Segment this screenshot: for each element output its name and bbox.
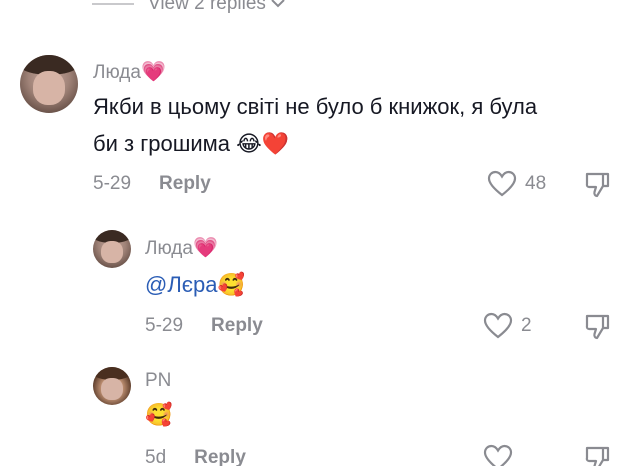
- comment-meta: 5-29 Reply: [93, 173, 211, 195]
- heart-outline-icon: [483, 444, 513, 466]
- heart-outline-icon: [483, 312, 513, 339]
- smiling-hearts-emoji-icon: 🥰: [145, 403, 173, 428]
- reply-button[interactable]: Reply: [194, 447, 246, 466]
- view-replies-label: View 2 replies: [148, 0, 266, 14]
- avatar[interactable]: [93, 367, 131, 405]
- dislike-button[interactable]: [583, 444, 613, 466]
- pink-heart-icon: 💗: [192, 235, 218, 259]
- username-text: Люда: [93, 62, 141, 83]
- comment-text-line-1: Якби в цьому світі не було б книжок, я б…: [93, 94, 538, 119]
- reply-text: 🥰: [145, 396, 172, 434]
- avatar[interactable]: [93, 230, 131, 268]
- thumbs-down-icon: [585, 314, 610, 340]
- comment-date: 5-29: [93, 173, 132, 194]
- thumbs-down-icon: [585, 172, 610, 198]
- reply-username[interactable]: PN: [145, 370, 171, 392]
- laughing-heart-emoji-icon: 😂❤️: [236, 132, 290, 157]
- like-button[interactable]: 2: [483, 312, 532, 340]
- dislike-button[interactable]: [583, 312, 613, 347]
- reply-button[interactable]: Reply: [211, 315, 263, 337]
- comment-text: би з грошима: [93, 131, 230, 156]
- reply-date: 5d: [145, 447, 167, 466]
- comments-page: View 2 replies Люда💗 Якби в цьому світі …: [0, 0, 640, 466]
- reply-text: @Лєра🥰: [145, 266, 245, 304]
- heart-outline-icon: [487, 170, 517, 197]
- thumbs-down-icon: [585, 446, 610, 466]
- comment-username[interactable]: Люда💗: [93, 59, 166, 84]
- reply-username[interactable]: Люда💗: [145, 235, 218, 260]
- pink-heart-icon: 💗: [140, 59, 166, 83]
- comment-text-line-2: би з грошима 😂❤️: [93, 125, 289, 163]
- avatar[interactable]: [20, 55, 78, 113]
- mention-link[interactable]: @Лєра: [145, 272, 217, 297]
- reply-meta: 5-29 Reply: [145, 315, 263, 337]
- smiling-hearts-emoji-icon: 🥰: [217, 273, 245, 298]
- dislike-button[interactable]: [583, 170, 613, 205]
- like-count: 48: [525, 173, 547, 194]
- reply-button[interactable]: Reply: [159, 173, 211, 195]
- view-replies-toggle[interactable]: View 2 replies: [92, 0, 286, 16]
- divider-line: [92, 3, 134, 5]
- like-count: 2: [521, 315, 532, 336]
- username-text: Люда: [145, 238, 193, 259]
- chevron-down-icon: [270, 0, 286, 15]
- reply-date: 5-29: [145, 315, 184, 336]
- like-button[interactable]: [483, 444, 521, 466]
- like-button[interactable]: 48: [487, 170, 546, 198]
- reply-meta: 5d Reply: [145, 447, 246, 466]
